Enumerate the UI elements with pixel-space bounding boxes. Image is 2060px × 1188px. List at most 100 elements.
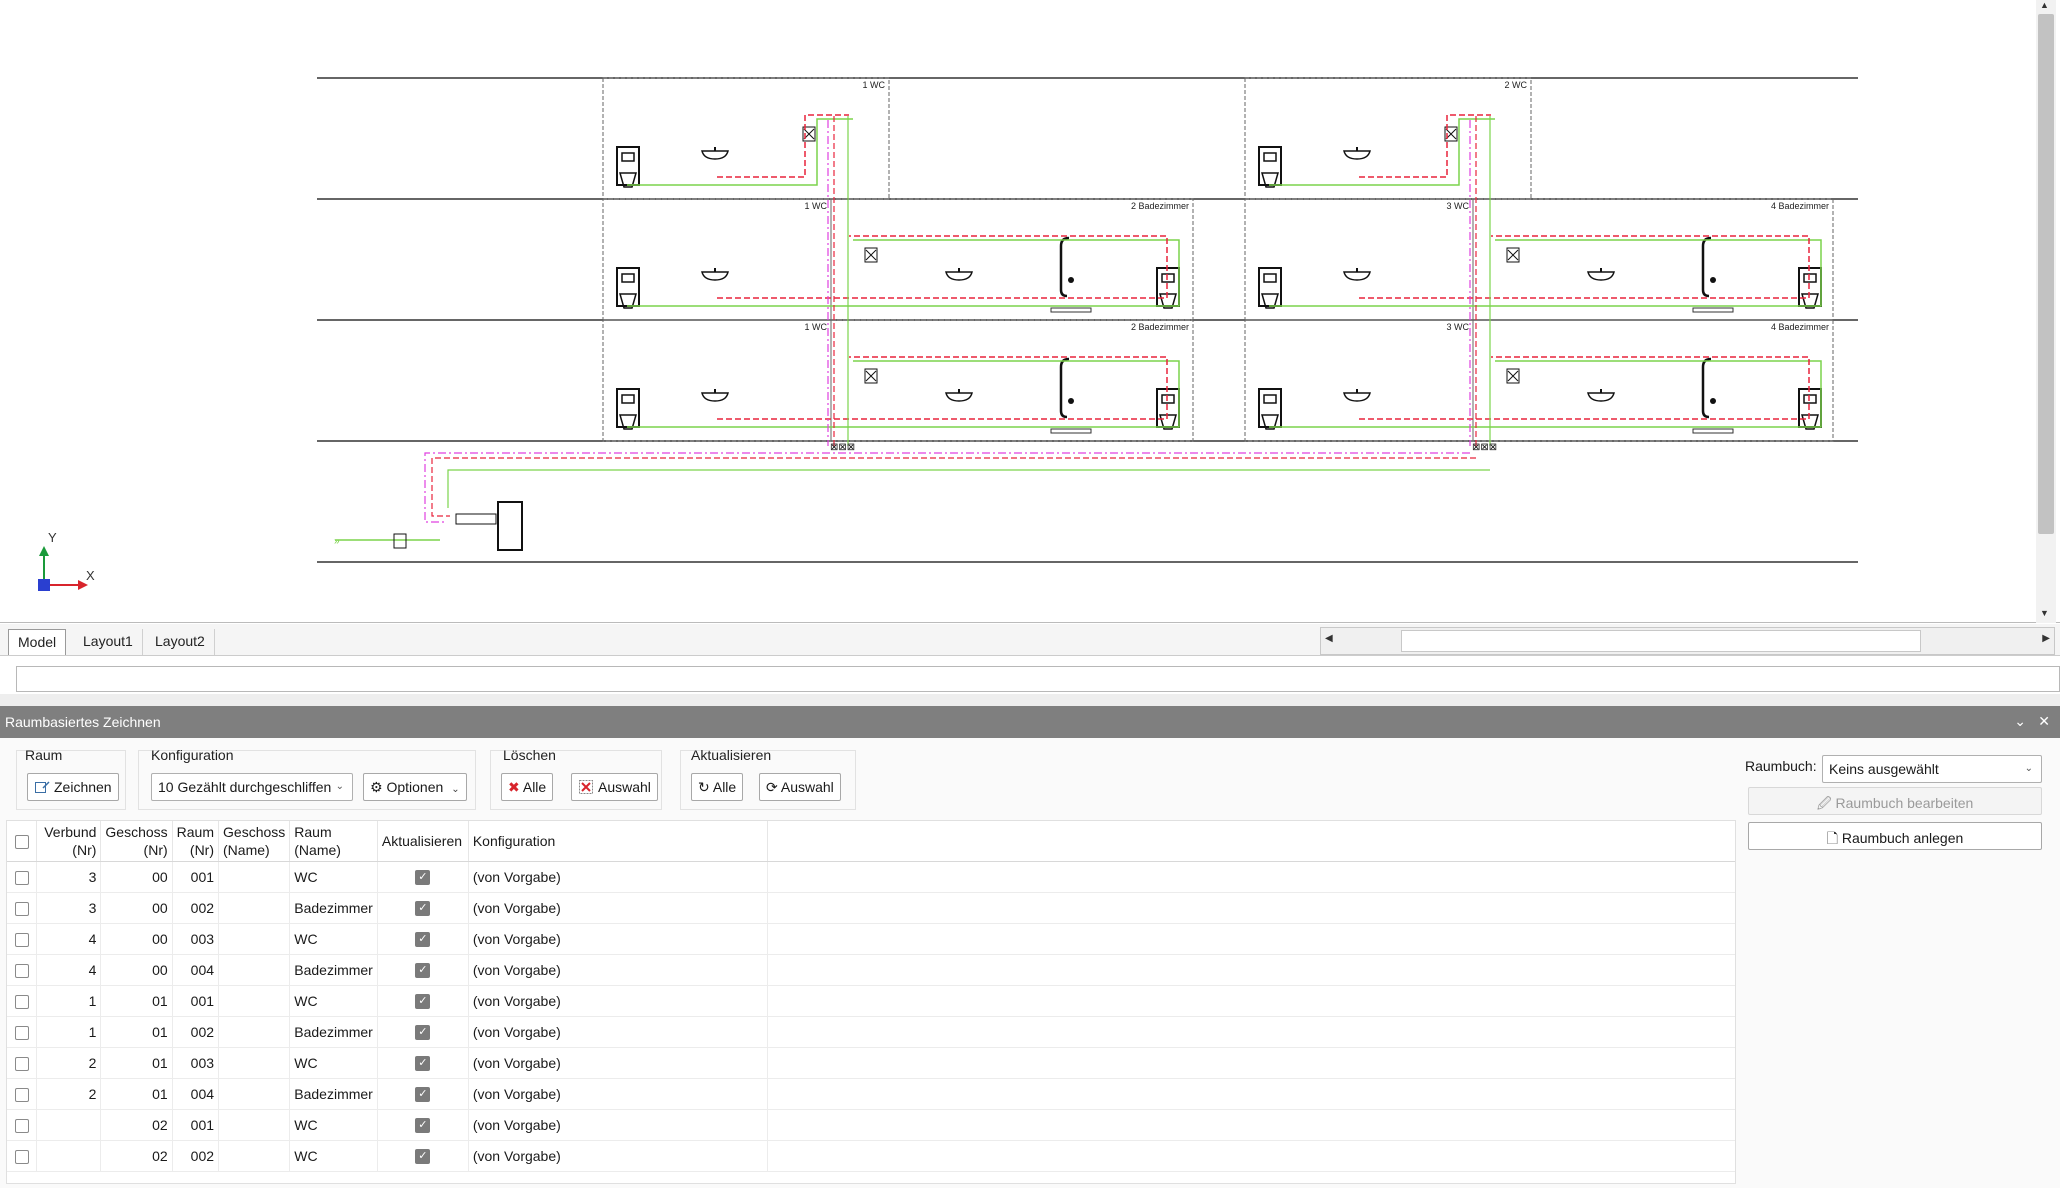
room-label: 1 WC xyxy=(805,201,828,211)
tab-layout2[interactable]: Layout2 xyxy=(146,629,215,655)
row-checkbox[interactable] xyxy=(14,1026,29,1041)
table-row[interactable]: 3 00 002 Badezimmer ✓ (von Vorgabe) xyxy=(7,892,1735,924)
row-checkbox[interactable] xyxy=(14,964,29,979)
col-raum-nr[interactable]: Raum (Nr) xyxy=(172,821,220,862)
cad-canvas[interactable]: 1 WC 2 WC 1 WC 2 Badezimmer 3 WC 4 Badezimmer… xyxy=(0,0,2060,623)
aktualisieren-checkbox[interactable]: ✓ xyxy=(415,1149,431,1165)
col-geschoss-nr[interactable]: Geschoss (Nr) xyxy=(100,821,173,862)
select-all-checkbox[interactable] xyxy=(14,835,29,850)
aktualisieren-checkbox[interactable]: ✓ xyxy=(415,901,431,917)
konfiguration-select[interactable]: 10 Gezählt durchgeschliffen ⌄ xyxy=(151,773,353,801)
aktualisieren-checkbox[interactable]: ✓ xyxy=(415,1056,431,1072)
hot-water-pipe xyxy=(1359,356,1810,420)
row-checkbox[interactable] xyxy=(14,995,29,1010)
loeschen-alle-label: Alle xyxy=(522,779,547,795)
col-geschoss-name[interactable]: Geschoss (Name) xyxy=(218,821,291,862)
loeschen-auswahl-label: Auswahl xyxy=(598,779,651,795)
manifold-symbol xyxy=(1507,249,1519,261)
cold-water-pipe xyxy=(1269,118,1495,186)
table-row[interactable]: 4 00 004 Badezimmer ✓ (von Vorgabe) xyxy=(7,954,1735,986)
close-icon[interactable]: ✕ xyxy=(2038,713,2050,730)
row-checkbox[interactable] xyxy=(14,933,29,948)
aktualisieren-checkbox[interactable]: ✓ xyxy=(415,1118,431,1134)
row-checkbox[interactable] xyxy=(14,1057,29,1072)
room-table: Verbund (Nr) Geschoss (Nr) Raum (Nr) Gescho… xyxy=(6,820,1736,1184)
splitter[interactable] xyxy=(0,694,2060,706)
col-verbund[interactable]: Verbund (Nr) xyxy=(36,821,102,862)
table-row[interactable]: 1 01 001 WC ✓ (von Vorgabe) xyxy=(7,985,1735,1017)
cell-konfiguration: (von Vorgabe) xyxy=(468,954,769,986)
delete-selection-icon xyxy=(579,780,593,794)
cell-verbund: 4 xyxy=(36,923,102,955)
refresh-icon: ↻ xyxy=(698,779,710,795)
aktualisieren-auswahl-button[interactable]: ⟳ Auswahl xyxy=(759,773,841,801)
table-row[interactable]: 1 01 002 Badezimmer ✓ (von Vorgabe) xyxy=(7,1016,1735,1048)
command-line-input[interactable] xyxy=(16,666,2060,692)
vertical-scrollbar[interactable]: ▲ ▼ xyxy=(2036,0,2056,623)
table-row[interactable]: 3 00 001 WC ✓ (von Vorgabe) xyxy=(7,861,1735,893)
cell-konfiguration: (von Vorgabe) xyxy=(468,923,769,955)
table-header-row: Verbund (Nr) Geschoss (Nr) Raum (Nr) Gescho… xyxy=(7,821,1735,862)
room-label: 2 Badezimmer xyxy=(1131,322,1189,332)
shower-tray xyxy=(1692,307,1734,313)
loeschen-auswahl-button[interactable]: Auswahl xyxy=(571,773,658,801)
cell-aktualisieren: ✓ xyxy=(377,1109,469,1141)
manifold-symbol xyxy=(865,249,877,261)
optionen-button[interactable]: ⚙ Optionen ⌄ xyxy=(363,773,467,801)
col-raum-nr-line1: Raum xyxy=(176,824,215,840)
raumbuch-anlegen-button[interactable]: 🗋 Raumbuch anlegen xyxy=(1748,822,2042,850)
row-select-cell xyxy=(7,1078,38,1110)
scroll-left-icon[interactable]: ◀ xyxy=(1325,633,1333,644)
horizontal-scrollbar[interactable]: ◀ ▶ xyxy=(1320,627,2055,655)
raumbuch-value: Keins ausgewählt xyxy=(1829,761,1939,777)
collapse-icon[interactable]: ⌄ xyxy=(2014,713,2026,730)
plumbing-drawing[interactable]: 1 WC 2 WC 1 WC 2 Badezimmer 3 WC 4 Badezimmer… xyxy=(0,0,2030,623)
table-row[interactable]: 02 002 WC ✓ (von Vorgabe) xyxy=(7,1140,1735,1172)
cold-water-pipe xyxy=(627,239,1180,307)
table-row[interactable]: 2 01 004 Badezimmer ✓ (von Vorgabe) xyxy=(7,1078,1735,1110)
row-checkbox[interactable] xyxy=(14,1119,29,1134)
col-filler xyxy=(767,821,1735,862)
col-raum-name[interactable]: Raum (Name) xyxy=(289,821,378,862)
scroll-right-icon[interactable]: ▶ xyxy=(2042,633,2050,644)
room-boundary xyxy=(602,198,832,321)
zeichnen-button[interactable]: Zeichnen xyxy=(27,773,119,801)
cell-geschoss-nr: 02 xyxy=(100,1109,173,1141)
cell-raum-name: Badezimmer xyxy=(289,892,378,924)
cell-geschoss-name xyxy=(218,923,291,955)
scroll-up-icon[interactable]: ▲ xyxy=(2040,0,2049,10)
aktualisieren-checkbox[interactable]: ✓ xyxy=(415,994,431,1010)
cold-water-pipe xyxy=(627,360,1180,428)
horizontal-scroll-thumb[interactable] xyxy=(1401,630,1921,652)
toilet-symbol xyxy=(1161,394,1175,404)
table-row[interactable]: 2 01 003 WC ✓ (von Vorgabe) xyxy=(7,1047,1735,1079)
cell-konfiguration: (von Vorgabe) xyxy=(468,1109,769,1141)
cell-geschoss-nr: 01 xyxy=(100,1016,173,1048)
row-select-cell xyxy=(7,1140,38,1172)
row-checkbox[interactable] xyxy=(14,1088,29,1103)
table-row[interactable]: 02 001 WC ✓ (von Vorgabe) xyxy=(7,1109,1735,1141)
aktualisieren-checkbox[interactable]: ✓ xyxy=(415,1025,431,1041)
loeschen-alle-button[interactable]: ✖ Alle xyxy=(501,773,554,801)
row-checkbox[interactable] xyxy=(14,1150,29,1165)
layout-tab-bar: Model Layout1 Layout2 ◀ ▶ xyxy=(0,624,2060,656)
tab-layout1[interactable]: Layout1 xyxy=(74,629,143,655)
aktualisieren-checkbox[interactable]: ✓ xyxy=(415,963,431,979)
basin-symbol xyxy=(701,150,729,160)
raumbuch-select[interactable]: Keins ausgewählt ⌄ xyxy=(1822,755,2042,783)
scroll-down-icon[interactable]: ▼ xyxy=(2040,608,2049,618)
aktualisieren-checkbox[interactable]: ✓ xyxy=(415,1087,431,1103)
vertical-scroll-thumb[interactable] xyxy=(2038,14,2054,534)
aktualisieren-alle-button[interactable]: ↻ Alle xyxy=(691,773,744,801)
aktualisieren-checkbox[interactable]: ✓ xyxy=(415,870,431,886)
col-aktualisieren[interactable]: Aktualisieren xyxy=(377,821,469,862)
row-checkbox[interactable] xyxy=(14,902,29,917)
cell-raum-name: WC xyxy=(289,985,378,1017)
row-checkbox[interactable] xyxy=(14,871,29,886)
aktualisieren-checkbox[interactable]: ✓ xyxy=(415,932,431,948)
col-konfiguration[interactable]: Konfiguration xyxy=(468,821,769,862)
raumbuch-bearbeiten-button[interactable]: 🖉 Raumbuch bearbeiten xyxy=(1748,787,2042,815)
tab-model[interactable]: Model xyxy=(8,629,67,655)
cell-konfiguration: (von Vorgabe) xyxy=(468,1016,769,1048)
table-row[interactable]: 4 00 003 WC ✓ (von Vorgabe) xyxy=(7,923,1735,955)
